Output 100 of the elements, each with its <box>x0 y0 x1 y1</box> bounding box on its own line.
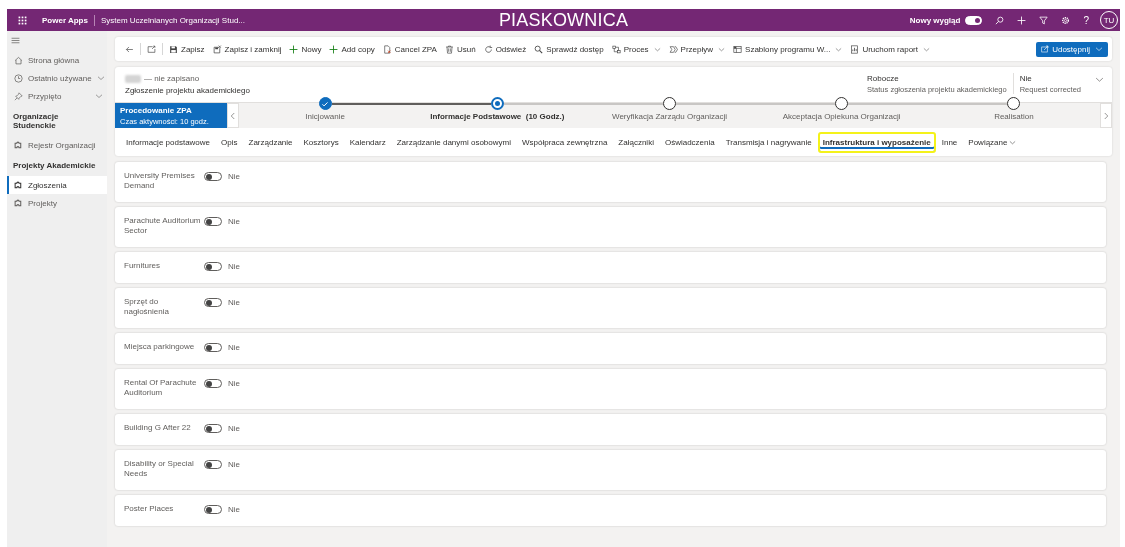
plus-icon <box>1017 15 1027 25</box>
save-close-icon <box>212 44 222 54</box>
chevron-down-icon <box>1095 45 1103 53</box>
sidebar-item[interactable]: Zgłoszenia <box>7 176 107 194</box>
chevron-down-icon <box>96 74 105 82</box>
field-value: Nie <box>1019 74 1033 83</box>
sidebar-item[interactable]: Rejestr Organizacji <box>7 136 107 154</box>
sidebar-item[interactable]: Projekty <box>7 194 107 212</box>
chevron-down-icon <box>718 45 726 53</box>
command-button[interactable]: Zapisz i zamknij <box>208 40 286 58</box>
plus-icon <box>329 44 339 54</box>
new-look-label: Nowy wygląd <box>909 15 961 25</box>
command-button[interactable]: Nowy <box>285 40 326 58</box>
command-button[interactable]: Cancel ZPA <box>378 40 441 58</box>
stage-label: Weryfikacja Zarządu Organizacji <box>612 112 727 121</box>
command-button[interactable]: Uruchom raport <box>846 40 934 58</box>
field-label: Building G After 22 <box>124 423 192 433</box>
toggle-switch[interactable] <box>204 379 222 388</box>
toggle-value: Nie <box>228 172 240 181</box>
toggle-switch[interactable] <box>204 298 222 307</box>
tab[interactable]: Kosztorys <box>298 131 344 153</box>
menu-icon <box>11 36 20 45</box>
new-look-toggle[interactable] <box>965 15 983 25</box>
tab[interactable]: Oświadczenia <box>659 131 720 153</box>
field-value: Robocze <box>867 74 900 83</box>
stage-marker[interactable] <box>835 97 849 110</box>
field-label: Parachute Auditorium Sector <box>124 216 202 236</box>
template-icon <box>733 44 743 54</box>
report-icon <box>850 44 860 54</box>
chevron-right-icon <box>1102 111 1110 120</box>
toggle-switch[interactable] <box>204 460 222 469</box>
sidebar-item[interactable]: Strona główna <box>7 51 107 69</box>
command-button[interactable]: Przepływ <box>664 40 730 58</box>
toggle-value: Nie <box>228 262 240 271</box>
field-label: University Premises Demand <box>124 171 196 191</box>
tab[interactable]: Opis <box>216 131 243 153</box>
app-title[interactable]: System Uczelnianych Organizacji Stud... <box>100 15 245 25</box>
toggle-switch[interactable] <box>204 262 222 271</box>
toggle-switch[interactable] <box>204 505 222 514</box>
field-label: Sprzęt do nagłośnienia <box>124 297 170 317</box>
command-button[interactable]: Add copy <box>325 40 379 58</box>
toggle-switch[interactable] <box>204 424 222 433</box>
command-button[interactable]: Zapisz <box>165 40 209 58</box>
filter-icon <box>1039 15 1049 25</box>
toggle-switch[interactable] <box>204 172 222 181</box>
puzzle-icon <box>14 140 23 150</box>
save-status: — nie zapisano <box>144 74 200 83</box>
tab[interactable]: Zarządzanie <box>243 131 298 153</box>
field-label: Miejsca parkingowe <box>124 342 196 352</box>
chevron-down-icon <box>95 92 103 100</box>
share-button[interactable]: Udostępnij <box>1036 41 1108 57</box>
tab[interactable]: Informacje podstawowe <box>121 131 216 153</box>
plus-icon <box>289 44 299 54</box>
stage-marker[interactable] <box>1007 97 1021 110</box>
entity-name: Zgłoszenie projektu akademickiego <box>125 86 250 95</box>
tab[interactable]: Współpraca zewnętrzna <box>516 131 613 153</box>
stage-label: Inicjowanie <box>305 112 345 121</box>
toggle-switch[interactable] <box>204 217 222 226</box>
document-x-icon <box>382 44 392 54</box>
stage-marker[interactable] <box>663 97 676 110</box>
back-arrow-icon <box>125 44 134 54</box>
tab[interactable]: Transmisja i nagrywanie <box>720 131 817 153</box>
chevron-down-icon <box>1009 138 1017 146</box>
magnifier-icon <box>534 44 544 54</box>
tab[interactable]: Kalendarz <box>344 131 391 153</box>
tab[interactable]: Załączniki <box>613 131 659 153</box>
refresh-icon <box>483 44 493 54</box>
command-button[interactable]: Odśwież <box>479 40 531 58</box>
toggle-value: Nie <box>228 298 240 307</box>
redacted-block <box>125 74 141 83</box>
app-name[interactable]: Power Apps <box>42 15 88 25</box>
tab[interactable]: Powiązane <box>963 131 1022 153</box>
toggle-value: Nie <box>228 505 240 514</box>
settings-icon <box>1061 15 1071 25</box>
command-button[interactable]: Szablony programu W... <box>729 40 847 58</box>
home-icon <box>14 55 23 65</box>
tab[interactable]: Zarządzanie danymi osobowymi <box>391 131 516 153</box>
search-icon <box>995 15 1005 25</box>
pin-icon <box>14 91 23 101</box>
tab[interactable]: Inne <box>936 131 963 153</box>
toggle-value: Nie <box>228 217 240 226</box>
help-button[interactable]: ? <box>1078 12 1094 28</box>
stage-marker[interactable] <box>490 97 504 110</box>
command-button[interactable]: Usuń <box>440 40 480 58</box>
toggle-switch[interactable] <box>204 343 222 352</box>
sidebar-section-title: Projekty Akademickie <box>12 160 97 172</box>
tab[interactable]: Infrastruktura i wyposażenie <box>817 131 936 153</box>
grid-icon <box>18 15 27 25</box>
sidebar-item[interactable]: Przypięto <box>7 87 107 105</box>
stage-label: Akceptacja Opiekuna Organizacji <box>782 112 901 121</box>
stage-marker[interactable] <box>318 97 332 110</box>
sidebar-item[interactable]: Ostatnio używane <box>7 69 107 87</box>
popout-icon <box>147 44 156 54</box>
chevron-left-icon <box>229 111 237 120</box>
sidebar-section-title: Organizacje Studenckie <box>12 111 60 132</box>
chevron-down-icon <box>653 45 661 53</box>
chevron-down-icon <box>923 45 930 53</box>
command-button[interactable]: Proces <box>607 40 665 58</box>
command-button[interactable]: Sprawdź dostęp <box>530 40 608 58</box>
chevron-down-icon <box>1095 75 1104 84</box>
